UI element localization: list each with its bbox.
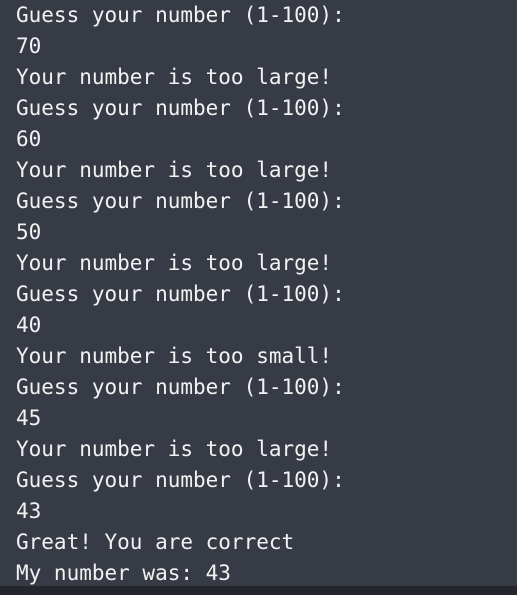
- output-line: Your number is too large!: [16, 251, 333, 275]
- terminal-window[interactable]: Guess your number (1-100): 70 Your numbe…: [0, 0, 517, 595]
- terminal-output: Guess your number (1-100): 70 Your numbe…: [16, 0, 345, 589]
- output-line: Guess your number (1-100):: [16, 96, 345, 120]
- output-line: 50: [16, 220, 42, 244]
- output-line: Your number is too large!: [16, 158, 333, 182]
- output-line: Guess your number (1-100):: [16, 282, 345, 306]
- output-line: Your number is too large!: [16, 65, 333, 89]
- output-line: 40: [16, 313, 42, 337]
- output-line: Great! You are correct: [16, 530, 295, 554]
- output-line: My number was: 43: [16, 561, 231, 585]
- output-line: Guess your number (1-100):: [16, 189, 345, 213]
- output-line: 70: [16, 34, 42, 58]
- output-line: 45: [16, 406, 42, 430]
- output-line: Guess your number (1-100):: [16, 3, 345, 27]
- output-line: Guess your number (1-100):: [16, 468, 345, 492]
- terminal-bottom-edge: [0, 586, 517, 595]
- output-line: Your number is too large!: [16, 437, 333, 461]
- output-line: Your number is too small!: [16, 344, 333, 368]
- output-line: 43: [16, 499, 42, 523]
- output-line: 60: [16, 127, 42, 151]
- output-line: Guess your number (1-100):: [16, 375, 345, 399]
